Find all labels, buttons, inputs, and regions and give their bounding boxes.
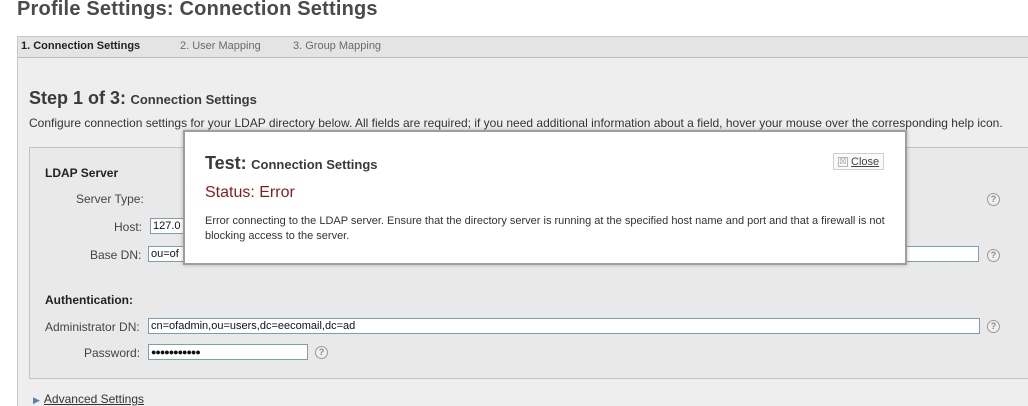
host-label: Host:	[114, 220, 143, 234]
base-dn-label: Base DN:	[90, 248, 142, 262]
tab-connection-settings[interactable]: 1. Connection Settings	[21, 40, 140, 52]
close-icon: ☒	[838, 157, 848, 167]
test-connection-dialog: Test: Connection Settings Status: Error …	[183, 130, 907, 265]
page-title: Profile Settings: Connection Settings	[17, 0, 378, 20]
admin-dn-label: Administrator DN:	[45, 320, 140, 334]
admin-dn-help-icon[interactable]: ?	[987, 320, 1000, 333]
ldap-server-heading: LDAP Server	[45, 166, 119, 180]
tab-user-mapping[interactable]: 2. User Mapping	[180, 40, 261, 52]
tab-group-mapping[interactable]: 3. Group Mapping	[293, 40, 381, 52]
dialog-error-message: Error connecting to the LDAP server. Ens…	[205, 215, 885, 242]
wizard-tabs: 1. Connection Settings 2. User Mapping 3…	[18, 37, 1028, 58]
close-label[interactable]: Close	[851, 156, 879, 168]
step-title-name: Connection Settings	[130, 92, 257, 107]
password-input[interactable]: ●●●●●●●●●●●	[148, 344, 308, 360]
dialog-title: Test: Connection Settings	[205, 153, 378, 174]
page: Profile Settings: Connection Settings 1.…	[0, 0, 1028, 406]
admin-dn-input[interactable]: cn=ofadmin,ou=users,dc=eecomail,dc=ad	[148, 318, 980, 334]
dialog-title-prefix: Test:	[205, 153, 247, 173]
password-label: Password:	[84, 346, 141, 360]
dialog-close-button[interactable]: ☒ Close	[833, 153, 884, 170]
advanced-settings-toggle[interactable]: ▶ Advanced Settings	[33, 392, 144, 406]
server-type-help-icon[interactable]: ?	[987, 193, 1000, 206]
expand-triangle-icon: ▶	[33, 395, 40, 405]
server-type-label: Server Type:	[76, 192, 144, 206]
authentication-heading: Authentication:	[45, 293, 133, 307]
step-title-number: Step 1 of 3:	[29, 88, 127, 108]
step-description: Configure connection settings for your L…	[29, 116, 1003, 130]
step-title: Step 1 of 3: Connection Settings	[29, 88, 257, 109]
advanced-settings-link[interactable]: Advanced Settings	[44, 392, 144, 406]
password-help-icon[interactable]: ?	[315, 346, 328, 359]
base-dn-input-tail[interactable]	[900, 246, 979, 262]
base-dn-help-icon[interactable]: ?	[987, 249, 1000, 262]
dialog-title-name: Connection Settings	[251, 157, 378, 172]
dialog-status: Status: Error	[205, 184, 295, 201]
